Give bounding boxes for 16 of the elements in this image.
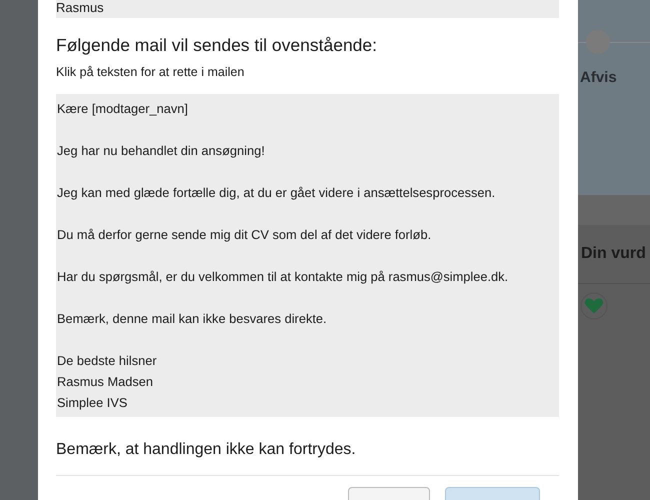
dialog-heading: Følgende mail vil sendes til ovenstående: <box>56 34 378 56</box>
recipient-field[interactable]: Rasmus <box>56 0 559 18</box>
email-paragraph: Kære [modtager_navn] <box>57 100 189 118</box>
signature-line: Simplee IVS <box>57 394 128 412</box>
email-paragraph: Bemærk, denne mail kan ikke besvares direkte. <box>57 310 328 328</box>
email-paragraph: Har du spørgsmål, er du velkommen til at kontakte mig på rasmus@simplee.dk. <box>57 268 510 286</box>
email-paragraph: Jeg kan med glæde fortælle dig, at du er gået videre i ansættelsesprocessen. <box>57 184 496 202</box>
signature-line: De bedste hilsner <box>57 352 158 370</box>
warning-text: Bemærk, at handlingen ikke kan fortrydes. <box>56 440 357 460</box>
email-paragraph: Jeg har nu behandlet din ansøgning! <box>57 142 266 160</box>
signature-line: Rasmus Madsen <box>57 373 154 391</box>
hint-text: Klik på teksten for at rette i mailen <box>56 64 246 80</box>
email-paragraph: Du må derfor gerne sende mig dit CV som del af det videre forløb. <box>57 226 432 244</box>
step-marker <box>586 30 610 54</box>
column-heading: Din vurd <box>578 225 650 284</box>
step-label: Afvis <box>580 69 618 86</box>
